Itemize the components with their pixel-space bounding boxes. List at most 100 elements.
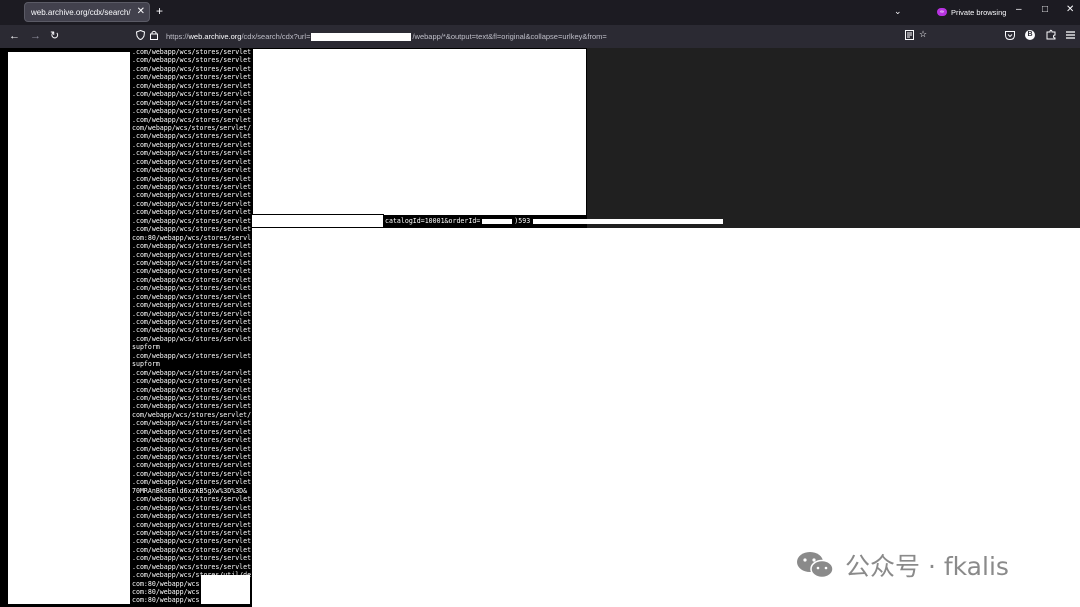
menu-icon[interactable]: [1066, 30, 1075, 42]
cdx-result-line: .com/webapp/wcs/stores/servlet: [132, 267, 251, 276]
url-prefix: https://: [166, 32, 189, 41]
url-text[interactable]: https://web.archive.org/cdx/search/cdx?u…: [166, 31, 607, 42]
cdx-results-list: .com/webapp/wcs/stores/servlet .com/webap…: [132, 48, 251, 607]
minimize-button[interactable]: –: [1016, 4, 1022, 15]
cdx-result-line: .com/webapp/wcs/stores/servlet: [132, 48, 251, 56]
maximize-button[interactable]: □: [1042, 4, 1048, 15]
cdx-result-line: .com/webapp/wcs/stores/servlet: [132, 545, 251, 554]
private-browsing-icon: ∞: [937, 8, 947, 16]
cdx-result-line: .com/webapp/wcs/stores/servlet: [132, 166, 251, 175]
cdx-result-line: .com/webapp/wcs/stores/servlet: [132, 419, 251, 428]
cdx-result-line: .com/webapp/wcs/stores/servlet: [132, 562, 251, 571]
cdx-result-line: .com/webapp/wcs/stores/servlet: [132, 242, 251, 251]
cdx-result-line: .com/webapp/wcs/stores/servlet: [132, 140, 251, 149]
reader-view-icon[interactable]: [905, 30, 914, 43]
cdx-result-line: com/webapp/wcs/stores/servlet/: [132, 123, 251, 132]
private-browsing-label: Private browsing: [951, 7, 1007, 17]
cdx-result-line: .com/webapp/wcs/stores/servlet: [132, 537, 251, 546]
new-tab-button[interactable]: +: [156, 4, 163, 18]
cdx-result-line: .com/webapp/wcs/stores/servlet: [132, 393, 251, 402]
bookmark-star-icon[interactable]: ☆: [919, 28, 927, 40]
cdx-result-line: .com/webapp/wcs/stores/servlet: [132, 377, 251, 386]
cdx-result-line: .com/webapp/wcs/stores/servlet: [132, 191, 251, 200]
cdx-result-line: .com/webapp/wcs/stores/servlet: [132, 427, 251, 436]
cdx-result-line: .com/webapp/wcs/stores/servlet: [132, 115, 251, 124]
cdx-result-line: .com/webapp/wcs/stores/util/de: [132, 571, 251, 580]
tracking-protection-shield-icon[interactable]: [135, 29, 146, 42]
cdx-result-line: .com/webapp/wcs/stores/servlet: [132, 199, 251, 208]
reload-button[interactable]: ↻: [50, 29, 59, 43]
page-content: .com/webapp/wcs/stores/servlet .com/webap…: [0, 48, 1080, 607]
puzzle-icon[interactable]: [1046, 29, 1056, 43]
redaction-left-column: [8, 52, 130, 604]
tab-close-icon[interactable]: ✕: [137, 6, 145, 18]
cdx-result-line: .com/webapp/wcs/stores/servlet: [132, 225, 251, 234]
cdx-result-line: com/webapp/wcs/stores/servlet/: [132, 410, 251, 419]
cdx-result-line: .com/webapp/wcs/stores/servlet: [132, 275, 251, 284]
cdx-result-line: .com/webapp/wcs/stores/servlet: [132, 216, 251, 225]
cdx-result-line: .com/webapp/wcs/stores/servlet: [132, 90, 251, 99]
dark-overlay-panel: [587, 48, 1080, 228]
cdx-result-line: .com/webapp/wcs/stores/servlet: [132, 368, 251, 377]
lock-icon[interactable]: [150, 30, 158, 42]
cdx-result-line: .com/webapp/wcs/stores/servlet: [132, 98, 251, 107]
cdx-result-line: supform: [132, 343, 160, 352]
cdx-result-line: .com/webapp/wcs/stores/servlet: [132, 174, 251, 183]
redaction-query-prefix: [251, 214, 384, 228]
redaction-top-box: [252, 48, 587, 216]
cdx-result-line: .com/webapp/wcs/stores/servlet: [132, 81, 251, 90]
cdx-result-line: .com/webapp/wcs/stores/servlet: [132, 183, 251, 191]
browser-tab-active[interactable]: web.archive.org/cdx/search/cdx?url= ✕: [24, 2, 150, 22]
cdx-result-line: .com/webapp/wcs/stores/servlet: [132, 64, 251, 73]
url-redaction: [311, 33, 412, 42]
address-bar[interactable]: https://web.archive.org/cdx/search/cdx?u…: [130, 27, 940, 46]
cdx-result-line: .com/webapp/wcs/stores/servlet: [132, 132, 251, 141]
private-browsing-indicator: ∞ Private browsing: [937, 6, 1006, 18]
cdx-result-line: .com/webapp/wcs/stores/servlet: [132, 258, 251, 267]
forward-button[interactable]: →: [30, 29, 41, 43]
cdx-result-line: .com/webapp/wcs/stores/servlet: [132, 309, 251, 318]
url-host: web.archive.org: [188, 32, 242, 41]
query-line: catalogId=10001&orderId= )593: [385, 216, 724, 226]
cdx-result-line: .com/webapp/wcs/stores/servlet: [132, 469, 251, 478]
cdx-result-line: .com/webapp/wcs/stores/servlet: [132, 250, 251, 259]
cdx-result-line: .com/webapp/wcs/stores/servlet: [132, 149, 251, 158]
tab-title: web.archive.org/cdx/search/cdx?url=: [31, 8, 131, 17]
cdx-result-line: .com/webapp/wcs/stores/servlet: [132, 461, 251, 470]
cdx-result-line: supform: [132, 360, 160, 369]
watermark: 公众号 · fkalis: [795, 548, 1009, 582]
close-window-button[interactable]: ✕: [1066, 4, 1074, 15]
tab-list-chevron-icon[interactable]: ⌄: [894, 6, 902, 17]
cdx-result-line: com:80/webapp/wcs/stores/servl: [132, 233, 251, 242]
watermark-text: 公众号 · fkalis: [845, 552, 1009, 581]
cdx-result-line: .com/webapp/wcs/stores/servlet: [132, 301, 251, 310]
url-path-start: /cdx/search/cdx?url=: [241, 32, 311, 41]
cdx-result-line: .com/webapp/wcs/stores/servlet: [132, 512, 251, 521]
cdx-result-line: .com/webapp/wcs/stores/servlet: [132, 436, 251, 445]
back-button[interactable]: ←: [9, 29, 20, 43]
url-path-end: /webapp/*&output=text&fl=original&collap…: [412, 32, 607, 41]
cdx-result-line: .com/webapp/wcs/stores/servlet: [132, 385, 251, 394]
cdx-result-line: .com/webapp/wcs/stores/servlet: [132, 284, 251, 293]
cdx-result-line: .com/webapp/wcs/stores/servlet: [132, 444, 251, 453]
pocket-icon[interactable]: [1005, 31, 1015, 43]
cdx-result-line: .com/webapp/wcs/stores/servlet: [132, 478, 251, 487]
cdx-result-line: .com/webapp/wcs/stores/servlet: [132, 402, 251, 411]
cdx-result-line: .com/webapp/wcs/stores/servlet: [132, 351, 251, 360]
cdx-result-line: com:80/webapp/wcs: [132, 579, 200, 588]
query-redaction-2: [533, 218, 724, 224]
cdx-result-line: .com/webapp/wcs/stores/servlet: [132, 528, 251, 537]
query-mid: )593: [514, 217, 531, 225]
cdx-result-line: .com/webapp/wcs/stores/servlet: [132, 318, 251, 326]
cdx-result-line: .com/webapp/wcs/stores/servlet: [132, 56, 251, 65]
cdx-result-line: .com/webapp/wcs/stores/servlet: [132, 73, 251, 82]
cdx-result-line: .com/webapp/wcs/stores/servlet: [132, 495, 251, 504]
cdx-result-line: com:80/webapp/wcs: [132, 588, 200, 596]
extension-icon[interactable]: B: [1025, 30, 1035, 40]
cdx-result-line: .com/webapp/wcs/stores/servlet: [132, 107, 251, 116]
cdx-result-line: .com/webapp/wcs/stores/servlet: [132, 208, 251, 217]
cdx-result-line: .com/webapp/wcs/stores/servlet: [132, 157, 251, 166]
cdx-result-line: .com/webapp/wcs/stores/servlet: [132, 520, 251, 529]
cdx-result-line: .com/webapp/wcs/stores/servlet: [132, 453, 251, 461]
tab-bar: web.archive.org/cdx/search/cdx?url= ✕ + …: [0, 0, 1080, 25]
